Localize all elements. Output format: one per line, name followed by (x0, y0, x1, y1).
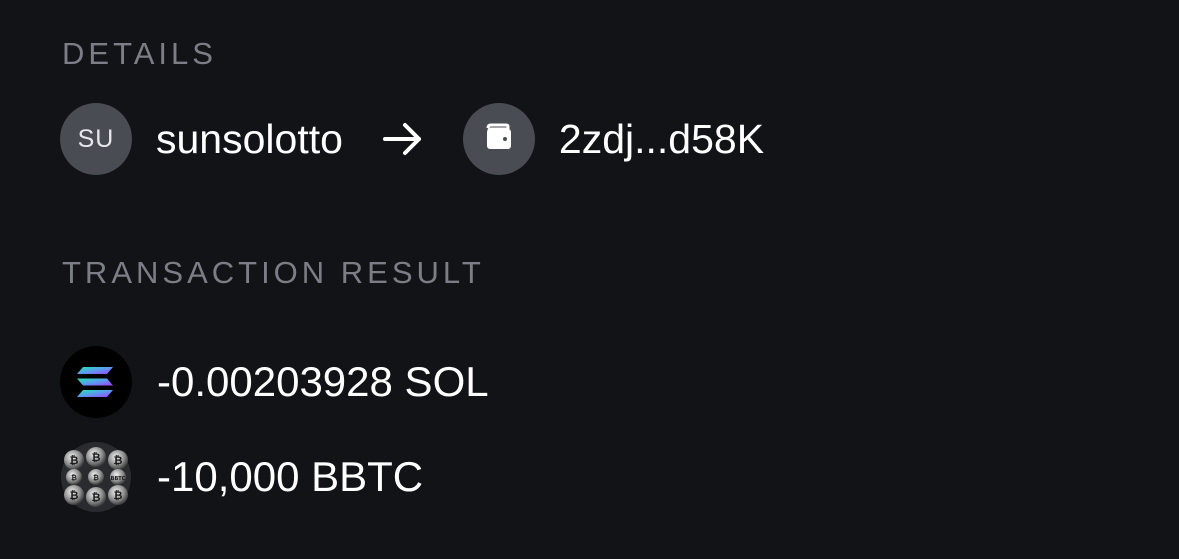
solana-icon (60, 346, 132, 418)
recipient-wallet-avatar[interactable] (462, 103, 535, 175)
result-item-sol: -0.00203928 SOL (60, 346, 489, 418)
sender-initials: SU (77, 124, 115, 153)
svg-text:₿: ₿ (70, 454, 79, 467)
svg-text:₿: ₿ (92, 451, 101, 464)
svg-text:BBTC: BBTC (111, 476, 126, 482)
wallet-icon (482, 120, 516, 159)
svg-text:₿: ₿ (114, 454, 123, 467)
bbtc-amount: -10,000 BBTC (157, 453, 424, 500)
bbtc-icon: ₿ ₿ ₿ ₿ ₿ BBTC ₿ ₿ ₿ (60, 441, 132, 513)
details-row: SU sunsolotto 2zdj...d58K (60, 103, 764, 175)
sender-name[interactable]: sunsolotto (156, 118, 343, 160)
svg-text:₿: ₿ (71, 474, 77, 482)
transaction-result-header: TRANSACTION RESULT (62, 255, 485, 290)
sol-amount: -0.00203928 SOL (157, 358, 489, 405)
details-header: DETAILS (62, 36, 217, 71)
svg-text:₿: ₿ (114, 489, 123, 502)
result-item-bbtc: ₿ ₿ ₿ ₿ ₿ BBTC ₿ ₿ ₿ -10,000 BBTC (60, 441, 423, 513)
recipient-address[interactable]: 2zdj...d58K (559, 118, 764, 160)
sender-avatar[interactable]: SU (60, 103, 132, 175)
svg-text:₿: ₿ (92, 491, 101, 504)
svg-text:₿: ₿ (93, 474, 99, 482)
arrow-right-icon (381, 117, 425, 161)
svg-text:₿: ₿ (70, 489, 79, 502)
